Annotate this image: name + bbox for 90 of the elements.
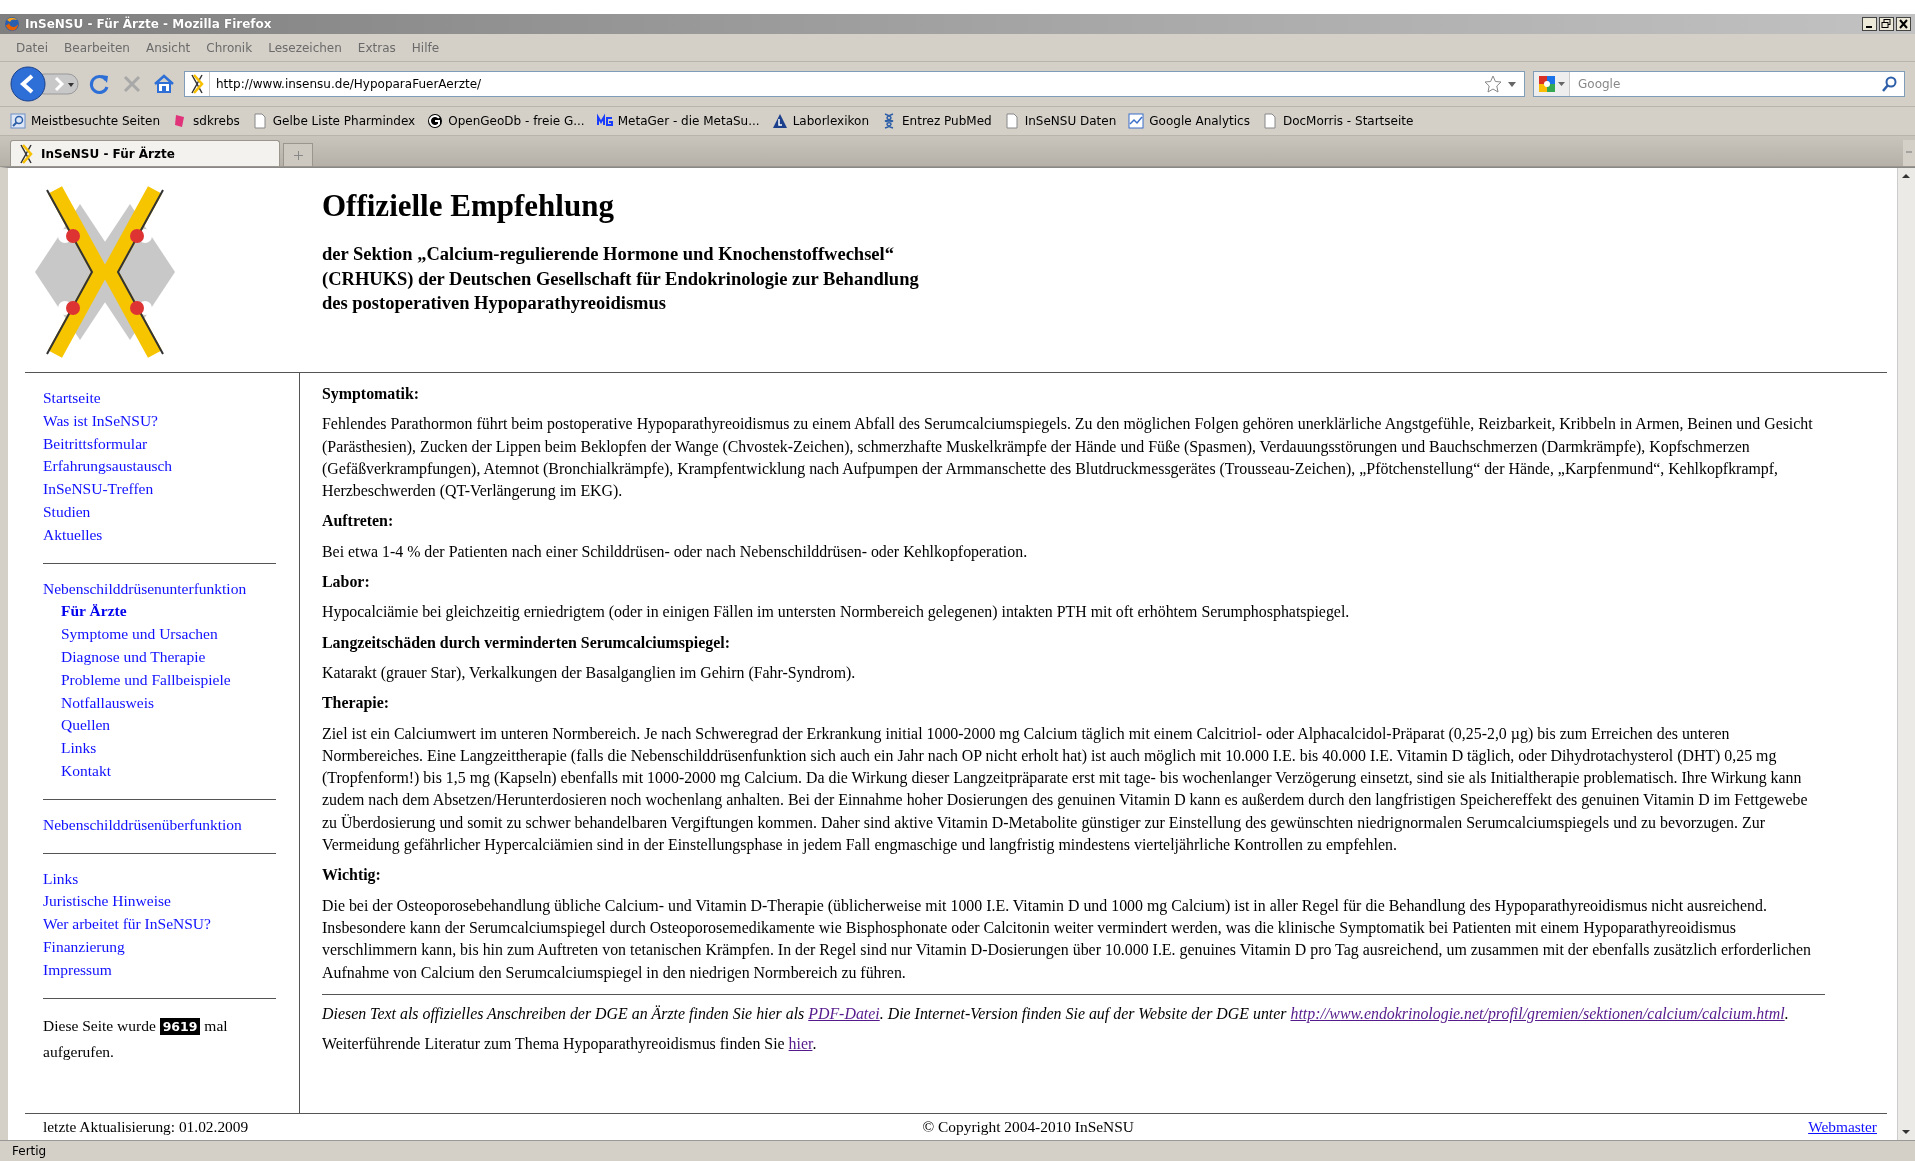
text-link[interactable]: hier	[788, 1035, 813, 1053]
section-text: Ziel ist ein Calciumwert im unteren Normbereich. Je nach Schweregrad der Erkrankung initial 1000-2000 mg Calcium täglich mit einem Calcitriol- oder Alphacalcidol-Präparat (0,25-2,0 µg) bis zum Erreichen des unteren Normbereiches. Eine Langzeittherapie (falls die Nebenschilddrüsenfunktion sich auch ein Jahr nach OP nicht erholt hat) ist auch möglich mit 10.000 I.E. bis 40.000 I.E. Vitamin D täglich, oder Dihydrotachysterol (DHT) 0,25 mg (Tropfenform!) bis 1,5 mg (Kapseln) ebenfalls mit 1000-2000 mg Calcium. Da die Wirkung dieser Langzeitpräparate erst mit tage- bis wochenlanger Verzögerung einsetzt, sind sie als Initialtherapie problematisch. Ihre Wirkung kann zudem nach dem Absetzen/Herunterdosieren noch wochenlang anhalten. Bei der Einnahme hoher Dosierungen des genuinen Vitamin D kann es außerdem durch den langfristigen Speichereffekt des genuinen Vitamin D im Fettgewebe zu Überdosierung und somit zu schwer behandelbaren Vergiftungen kommen. Daher sind aktive Vitamin D-Metabolite günstiger zur Einstellung des gewünschten niedrignormalen Serumcalciumspiegels und zu bevorzugen. Zur Vermeidung gefährlicher Hypercalciämien sind in der Einstellungsphase in jedem Fall engmaschige und langfristig mindestens vierteljährliche Kontrollen zu empfehlen.	[322, 723, 1809, 856]
nav-link[interactable]: InSeNSU-Treffen	[43, 478, 154, 501]
bookmark-link[interactable]: MetaGer - die MetaSu...	[617, 114, 760, 128]
bookmark-link[interactable]: OpenGeoDb - freie G...	[448, 114, 585, 128]
menu-item[interactable]: Bearbeiten	[56, 38, 138, 57]
site-icon	[19, 143, 33, 164]
page-subtitle: der Sektion „Calcium-regulierende Hormone und Knochenstoffwechsel“ (CRHUKS) der Deutschen Gesellschaft für Endokrinologie zur Behandlung des postoperativen Hypoparathyreoidismus	[322, 243, 919, 315]
page-icon	[1261, 113, 1278, 129]
nav-link[interactable]: Beitrittsformular	[43, 432, 148, 456]
nav-link[interactable]: Finanzierung	[43, 935, 125, 959]
section-heading: Labor:	[322, 572, 371, 593]
triangle-icon	[771, 113, 788, 129]
section-heading: Therapie:	[322, 693, 391, 714]
nav-link[interactable]: Impressum	[43, 958, 112, 982]
minimize-icon[interactable]	[1862, 17, 1877, 31]
bookmark-link[interactable]: DocMorris - Startseite	[1282, 114, 1414, 128]
firefox-icon	[4, 16, 20, 32]
section-heading: Auftreten:	[322, 511, 395, 532]
menu-item[interactable]: Chronik	[198, 38, 261, 57]
browser-tab[interactable]: InSeNSU - Für Ärzte	[10, 140, 280, 166]
bookmark-link[interactable]: sdkrebs	[193, 114, 240, 128]
note-text: Diesen Text als offizielles Anschreiben der DGE an Ärzte finden Sie hier als PDF-Datei. Die Internet-Version finden Sie auf der Website der DGE unter http://www.endokrinologie.net/profil/gremien/sektionen/calcium/calcium.html.	[322, 993, 1825, 1026]
letters-icon	[596, 113, 613, 129]
address-field[interactable]: http://www.insensu.de/HypoparaFuerAerzte/	[184, 71, 1525, 97]
nav-link[interactable]: Quellen	[61, 714, 111, 738]
section-text: Katarakt (grauer Star), Verkalkungen der Basalganglien im Gehirn (Fahr-Syndrom).	[322, 662, 857, 684]
search-icon	[10, 113, 26, 129]
page-title: Offizielle Empfehlung	[322, 188, 615, 224]
search-engine-icon[interactable]	[1538, 75, 1556, 93]
nav-link[interactable]: Was ist InSeNSU?	[43, 409, 158, 433]
page-icon	[1003, 113, 1020, 129]
menu-item[interactable]: Ansicht	[137, 38, 199, 57]
search-field[interactable]: Google	[1576, 76, 1876, 92]
nav-link[interactable]: Probleme und Fallbeispiele	[61, 668, 231, 692]
bookmark-link[interactable]: Gelbe Liste Pharmindex	[272, 114, 416, 128]
chart-icon	[1128, 113, 1145, 129]
window-title: InSeNSU - Für Ärzte - Mozilla Firefox	[25, 17, 273, 31]
restore-icon[interactable]	[1879, 17, 1894, 31]
plus-icon	[293, 150, 303, 160]
menu-item[interactable]: Datei	[8, 38, 56, 57]
dropdown-icon[interactable]	[1508, 81, 1516, 87]
nav-link[interactable]: Erfahrungsaustausch	[43, 455, 173, 479]
back-forward-buttons[interactable]	[10, 66, 80, 102]
nav-link[interactable]: Diagnose und Therapie	[61, 645, 206, 669]
dropdown-icon[interactable]	[1558, 82, 1565, 86]
section-heading: Langzeitschäden durch verminderten Serumcalciumspiegel:	[322, 632, 731, 654]
text-link[interactable]: PDF-Datei	[808, 1004, 880, 1022]
home-icon[interactable]	[152, 72, 176, 96]
copyright-text: © Copyright 2004-2010 InSeNSU	[922, 1118, 1134, 1136]
search-icon[interactable]	[1882, 76, 1898, 92]
webmaster-link[interactable]: Webmaster	[1808, 1118, 1877, 1136]
page-icon	[251, 113, 268, 129]
star-icon[interactable]	[1484, 75, 1502, 93]
bookmark-link[interactable]: Google Analytics	[1149, 114, 1250, 128]
nav-link[interactable]: Nebenschilddrüsenunterfunktion	[43, 577, 247, 601]
visit-counter-text: Diese Seite wurde 9619 mal aufgerufen.	[43, 1015, 229, 1062]
literature-text: Weiterführende Literatur zum Thema Hypoparathyreoidismus finden Sie hier.	[322, 1034, 818, 1055]
nav-link[interactable]: Nebenschilddrüsenüberfunktion	[43, 813, 242, 837]
nav-link[interactable]: Links	[61, 737, 97, 760]
status-text: Fertig	[12, 1144, 47, 1158]
update-date: letzte Aktualisierung: 01.02.2009	[43, 1118, 249, 1136]
section-text: Bei etwa 1-4 % der Patienten nach einer Schilddrüsen- oder nach Nebenschilddrüsen- oder Kehlkopfoperation.	[322, 541, 1029, 563]
nav-link[interactable]: Links	[43, 867, 79, 891]
bookmark-link[interactable]: Laborlexikon	[792, 114, 869, 128]
search-box[interactable]: Google	[1533, 71, 1905, 97]
nav-link[interactable]: Für Ärzte	[61, 600, 127, 624]
bookmark-link[interactable]: InSeNSU Daten	[1024, 114, 1117, 128]
nav-link[interactable]: Aktuelles	[43, 523, 103, 547]
close-icon[interactable]	[1896, 17, 1911, 31]
letter-icon	[427, 113, 444, 129]
nav-link[interactable]: Juristische Hinweise	[43, 890, 171, 914]
nav-link[interactable]: Studien	[43, 501, 91, 524]
bookmark-link[interactable]: Entrez PubMed	[902, 114, 992, 128]
section-text: Die bei der Osteoporosebehandlung übliche Calcium- und Vitamin D-Therapie (üblicherweise mit 1000 I.E. Vitamin D und 1000 mg Calcium) ist in aller Regel für die Behandlung des Hypoparathyreoidismus nicht ausreichend. Insbesondere kann der Serumcalciumspiegel durch Osteoporosemedikamente wie Bisphosphonate oder Calcitonin weiter vermindert werden, was die klinische Symptomatik bei Patienten mit einem Hypoparathyreoidismus verschlimmern kann, bis hin zum Auftreten von tetanischen Krämpfen. In der Regel sind nur Vitamin D-Dosierungen über 10.000 I.E. genuines Vitamin D pro Tag ausreichend, um zusammen mit der ebenfalls zusätzlich erforderlichen Aufnahme von Calcium den Serumcalciumspiegel in den niedrigen Normbereich zu führen.	[322, 895, 1812, 984]
bookmark-link[interactable]: Meistbesuchte Seiten	[31, 114, 161, 128]
nav-link[interactable]: Startseite	[43, 387, 101, 410]
nav-link[interactable]: Kontakt	[61, 759, 111, 783]
site-icon	[190, 74, 204, 94]
text-link[interactable]: http://www.endokrinologie.net/profil/gremien/sektionen/calcium/calcium.html	[1290, 1004, 1785, 1022]
nav-link[interactable]: Symptome und Ursachen	[61, 623, 218, 646]
nav-link[interactable]: Wer arbeitet für InSeNSU?	[43, 913, 211, 936]
section-text: Hypocalciämie bei gleichzeitig erniedrigtem (oder in einigen Fällen im untersten Normbereich gelegenen) intakten PTH mit oft erhöhtem Serumphosphatspiegel.	[322, 602, 1351, 623]
menu-item[interactable]: Extras	[349, 38, 404, 57]
menu-item[interactable]: Hilfe	[403, 38, 448, 57]
section-text: Fehlendes Parathormon führt beim postoperative Hypoparathyreoidismus zu einem Abfall des Serumcalciumspiegels. Zu den möglichen Folgen gehören unerklärliche Angstgefühle, Reizbarkeit, Kribbeln in Armen, Beinen und Gesicht (Parästhesien), Zucken der Lippen beim Beklopfen der Wange (Chvostek-Zeichen), schmerzhafte Muskelkrämpfe der Hände und Füße (Spasmen), Verdauungsstörungen und Bauchschmerzen (Darmkrämpfe), Kopfschmerzen (Gefäßverkrampfungen), Atemnot (Bronchialkrämpfe), Krampfentwicklung nach Aufpumpen der Armmanschette des Blutdruckmessgerätes (Trousseau-Zeichen), „Pfötchenstellung“ der Hände, „Karpfenmund“, Kehlkopfkrampf, Herzbeschwerden (QT-Verlängerung im EKG).	[322, 414, 1814, 502]
nav-link[interactable]: Notfallausweis	[61, 691, 154, 715]
section-heading: Wichtig:	[322, 865, 382, 886]
section-heading: Symptomatik:	[322, 384, 421, 405]
menu-item[interactable]: Lesezeichen	[260, 38, 350, 57]
